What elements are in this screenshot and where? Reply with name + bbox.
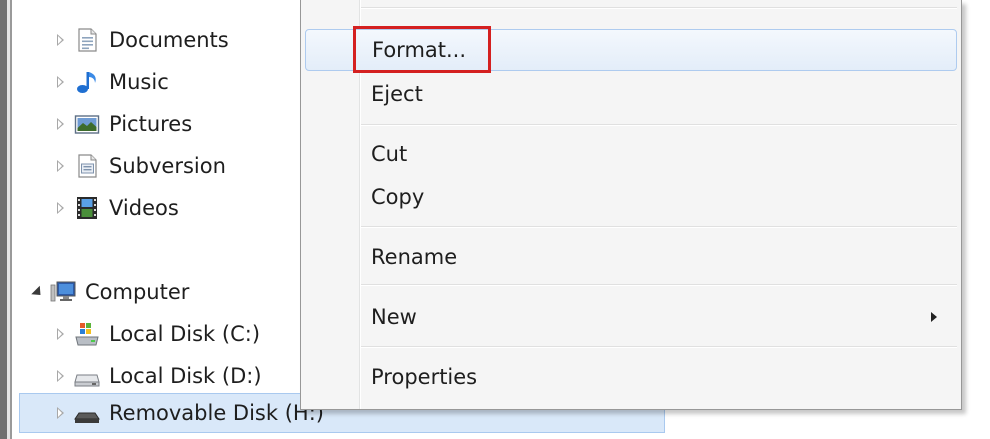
documents-icon bbox=[78, 28, 97, 52]
music-icon bbox=[77, 72, 96, 93]
hard-drive-icon bbox=[74, 374, 100, 387]
tree-item-label: Local Disk (C:) bbox=[109, 322, 261, 346]
window-frame-border-edge bbox=[10, 0, 12, 439]
tree-item-local-disk-c[interactable]: Local Disk (C:) bbox=[52, 316, 260, 352]
tree-item-local-disk-d[interactable]: Local Disk (D:) bbox=[52, 358, 262, 394]
system-drive-icon bbox=[75, 323, 99, 346]
tree-item-label: Subversion bbox=[109, 154, 226, 178]
menu-separator bbox=[361, 284, 957, 286]
tree-item-computer[interactable]: Computer bbox=[30, 274, 189, 310]
tree-item-label: Removable Disk (H:) bbox=[109, 401, 324, 425]
pictures-icon bbox=[74, 115, 100, 134]
menu-item-format[interactable]: Format... bbox=[305, 29, 957, 71]
expand-arrow-icon[interactable] bbox=[52, 368, 68, 384]
menu-item-rename[interactable]: Rename bbox=[305, 237, 957, 277]
menu-item-label: Properties bbox=[371, 365, 478, 389]
tree-item-subversion[interactable]: Subversion bbox=[52, 148, 226, 184]
menu-item-eject[interactable]: Eject bbox=[305, 74, 957, 114]
menu-item-label: Rename bbox=[371, 245, 458, 269]
menu-item-new[interactable]: New bbox=[305, 297, 957, 337]
subversion-icon bbox=[78, 154, 97, 178]
expand-arrow-icon[interactable] bbox=[52, 405, 68, 421]
expand-arrow-icon[interactable] bbox=[52, 200, 68, 216]
collapse-arrow-icon[interactable] bbox=[30, 284, 46, 300]
tree-item-label: Documents bbox=[109, 28, 229, 52]
tree-item-documents[interactable]: Documents bbox=[52, 22, 229, 58]
menu-separator bbox=[361, 346, 957, 348]
computer-icon bbox=[50, 281, 76, 302]
removable-disk-icon bbox=[74, 412, 100, 423]
tree-item-label: Computer bbox=[85, 280, 190, 304]
submenu-arrow-icon bbox=[931, 312, 937, 322]
menu-item-label: New bbox=[371, 305, 417, 329]
menu-item-cut[interactable]: Cut bbox=[305, 134, 957, 174]
tree-item-label: Music bbox=[109, 70, 169, 94]
tree-item-removable-disk-h[interactable]: Removable Disk (H:) bbox=[52, 395, 324, 431]
window-frame-border bbox=[0, 0, 7, 439]
tree-item-music[interactable]: Music bbox=[52, 64, 169, 100]
menu-separator bbox=[361, 7, 957, 9]
videos-icon bbox=[77, 197, 97, 219]
menu-item-copy[interactable]: Copy bbox=[305, 177, 957, 217]
context-menu: Format... Eject Cut Copy Rename New Prop… bbox=[300, 0, 962, 410]
tree-item-label: Pictures bbox=[109, 112, 193, 136]
menu-separator bbox=[361, 226, 957, 228]
menu-item-label: Format... bbox=[372, 38, 467, 62]
expand-arrow-icon[interactable] bbox=[52, 116, 68, 132]
menu-item-label: Eject bbox=[371, 82, 423, 106]
menu-separator bbox=[361, 124, 957, 126]
tree-item-label: Local Disk (D:) bbox=[109, 364, 262, 388]
menu-item-properties[interactable]: Properties bbox=[305, 357, 957, 397]
expand-arrow-icon[interactable] bbox=[52, 32, 68, 48]
tree-item-label: Videos bbox=[109, 196, 179, 220]
menu-item-label: Copy bbox=[371, 185, 425, 209]
tree-item-videos[interactable]: Videos bbox=[52, 190, 179, 226]
expand-arrow-icon[interactable] bbox=[52, 326, 68, 342]
expand-arrow-icon[interactable] bbox=[52, 158, 68, 174]
tree-item-pictures[interactable]: Pictures bbox=[52, 106, 192, 142]
expand-arrow-icon[interactable] bbox=[52, 74, 68, 90]
menu-item-label: Cut bbox=[371, 142, 408, 166]
